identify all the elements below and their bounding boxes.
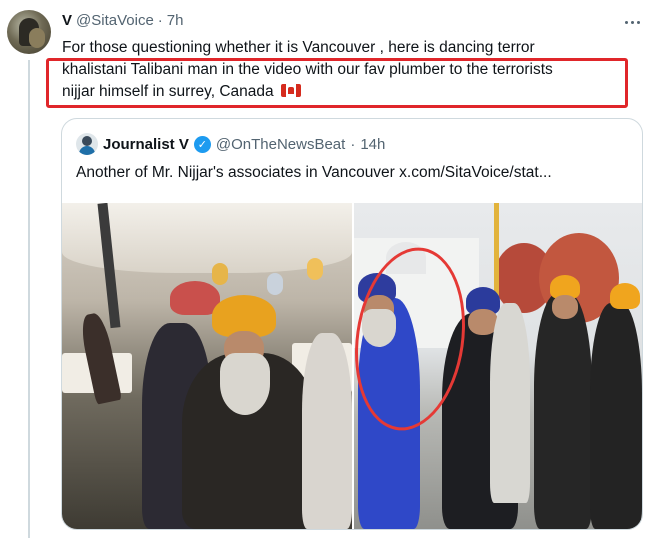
- quoted-author-handle[interactable]: @OnTheNewsBeat: [216, 136, 345, 153]
- post-time[interactable]: 7h: [167, 12, 184, 29]
- header-separator: ·: [157, 12, 163, 29]
- quoted-media[interactable]: [62, 203, 642, 529]
- verified-badge-icon: ✓: [193, 135, 211, 153]
- quoted-author-avatar[interactable]: [76, 133, 98, 155]
- more-options-icon[interactable]: [621, 12, 643, 32]
- quoted-author-name[interactable]: Journalist V: [103, 136, 189, 153]
- quoted-post-time[interactable]: 14h: [360, 136, 385, 153]
- post-header: V @SitaVoice · 7h: [62, 12, 183, 29]
- author-handle[interactable]: @SitaVoice: [76, 12, 154, 29]
- media-image-right[interactable]: [354, 203, 642, 529]
- quoted-post[interactable]: Journalist V ✓ @OnTheNewsBeat · 14h Anot…: [61, 118, 643, 530]
- quoted-post-header: Journalist V ✓ @OnTheNewsBeat · 14h: [76, 133, 385, 155]
- author-name[interactable]: V: [62, 12, 72, 29]
- author-avatar[interactable]: [7, 10, 51, 54]
- media-image-left[interactable]: [62, 203, 352, 529]
- thread-line: [28, 60, 30, 538]
- annotation-highlight-box: [46, 58, 628, 108]
- quoted-post-text: Another of Mr. Nijjar's associates in Va…: [76, 164, 552, 181]
- quoted-header-separator: ·: [350, 135, 356, 153]
- post-text-line: For those questioning whether it is Vanc…: [62, 39, 535, 56]
